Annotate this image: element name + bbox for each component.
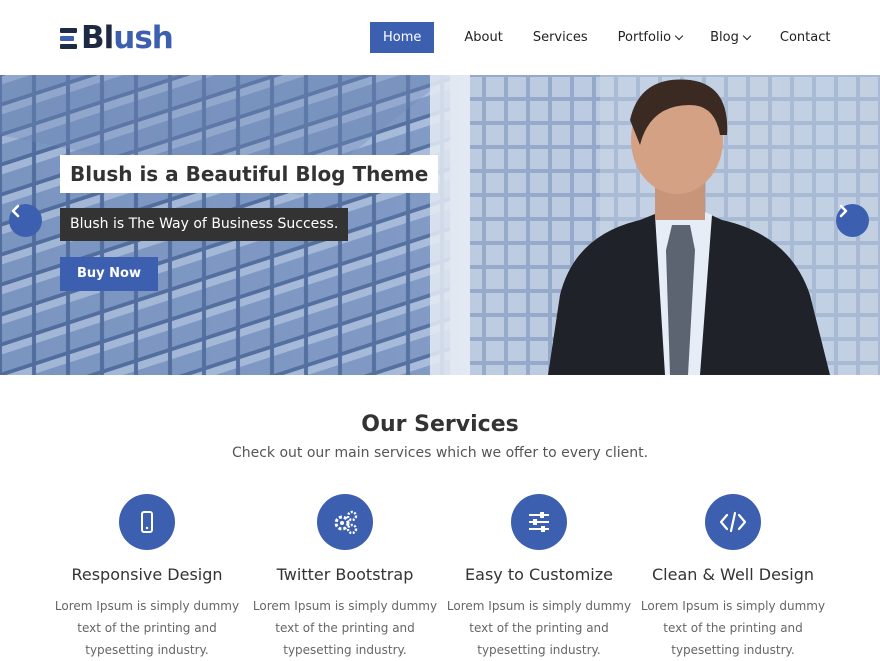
service-text: Lorem Ipsum is simply dummy text of the …: [640, 599, 826, 657]
service-card: Clean & Well Design Lorem Ipsum is simpl…: [633, 494, 833, 661]
hero-subtitle: Blush is The Way of Business Success.: [60, 208, 349, 241]
chevron-right-icon: [839, 204, 848, 218]
code-icon: [719, 511, 747, 533]
services-subtitle: Check out our main services which we off…: [231, 445, 649, 461]
service-card: Twitter Bootstrap Lorem Ipsum is simply …: [245, 494, 445, 661]
gears-icon: [334, 510, 358, 535]
hero-title: Blush is a Beautiful Blog Theme: [60, 155, 439, 193]
logo-text: Blush: [81, 20, 174, 56]
service-title: Easy to Customize: [465, 565, 613, 584]
service-title: Responsive Design: [71, 565, 223, 584]
service-icon-circle: [317, 494, 373, 550]
nav-portfolio-label: Portfolio: [617, 30, 672, 45]
service-card: Easy to Customize Lorem Ipsum is simply …: [439, 494, 639, 661]
service-icon-circle: [511, 494, 567, 550]
chevron-down-icon: [742, 31, 752, 40]
buy-now-button[interactable]: Buy Now: [60, 257, 158, 291]
site-logo[interactable]: Blush: [60, 20, 174, 56]
service-icon-circle: [119, 494, 175, 550]
nav-blog[interactable]: Blog: [710, 22, 752, 53]
nav-home[interactable]: Home: [370, 22, 435, 53]
services-section: Our Services Check out our main services…: [0, 375, 880, 660]
nav-portfolio[interactable]: Portfolio: [617, 22, 684, 53]
logo-mark-icon: [60, 27, 80, 49]
nav-blog-label: Blog: [710, 30, 739, 45]
slider-next-button[interactable]: [836, 204, 869, 237]
sliders-icon: [529, 512, 549, 532]
nav-services[interactable]: Services: [533, 22, 588, 53]
chevron-left-icon: [11, 204, 20, 218]
service-text: Lorem Ipsum is simply dummy text of the …: [54, 599, 240, 657]
services-title: Our Services: [361, 412, 519, 437]
main-nav: Home About Services Portfolio Blog Conta…: [370, 22, 830, 53]
service-card: Responsive Design Lorem Ipsum is simply …: [47, 494, 247, 661]
service-title: Clean & Well Design: [652, 565, 814, 584]
slider-prev-button[interactable]: [9, 204, 42, 237]
service-text: Lorem Ipsum is simply dummy text of the …: [252, 599, 438, 657]
mobile-icon: [141, 511, 153, 533]
service-title: Twitter Bootstrap: [276, 565, 414, 584]
service-icon-circle: [705, 494, 761, 550]
chevron-down-icon: [674, 31, 684, 40]
site-header: Blush Home About Services Portfolio Blog…: [0, 0, 880, 75]
service-text: Lorem Ipsum is simply dummy text of the …: [446, 599, 632, 657]
hero-slider: Blush is a Beautiful Blog Theme Blush is…: [0, 75, 880, 375]
nav-contact[interactable]: Contact: [780, 22, 831, 53]
nav-about[interactable]: About: [464, 22, 502, 53]
